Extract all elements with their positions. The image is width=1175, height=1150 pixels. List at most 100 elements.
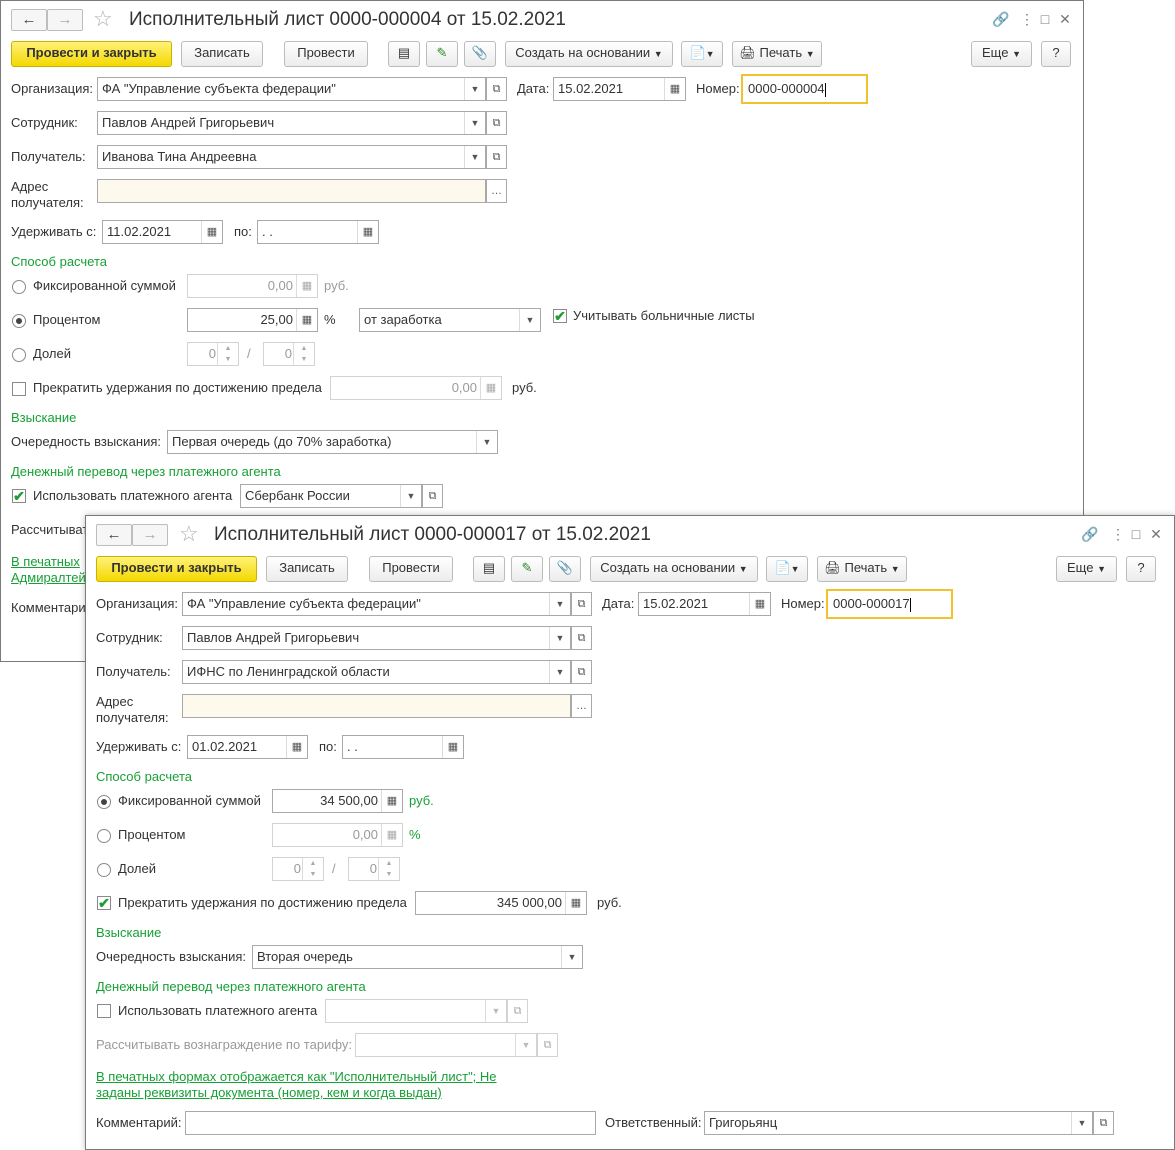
back-button[interactable]: ←	[11, 9, 47, 31]
use-agent-checkbox[interactable]: ✔	[12, 489, 26, 503]
agent-field[interactable]: ▼	[325, 999, 507, 1023]
post-button[interactable]: Провести	[284, 41, 368, 67]
spin-icon[interactable]: ▲ ▼	[302, 858, 323, 880]
address-field[interactable]	[97, 179, 486, 203]
attach-icon[interactable]: 📎	[549, 556, 581, 582]
dropdown-arrow-icon[interactable]: ▼	[519, 309, 540, 331]
employee-field[interactable]: Павлов Андрей Григорьевич ▼	[97, 111, 486, 135]
forward-button[interactable]: →	[132, 524, 168, 546]
dropdown-arrow-icon[interactable]: ▼	[549, 661, 570, 683]
create-based-on-button[interactable]: Создать на основании ▼	[590, 556, 758, 582]
more-button[interactable]: Еще ▼	[971, 41, 1032, 67]
open-icon[interactable]: ⧉	[1093, 1111, 1114, 1135]
post-and-close-button[interactable]: Провести и закрыть	[96, 556, 257, 582]
dropdown-arrow-icon[interactable]: ▼	[515, 1034, 536, 1056]
dropdown-arrow-icon[interactable]: ▼	[400, 485, 421, 507]
organization-field[interactable]: ФА "Управление субъекта федерации" ▼	[182, 592, 571, 616]
share-radio[interactable]	[97, 863, 111, 877]
organization-field[interactable]: ФА "Управление субъекта федерации" ▼	[97, 77, 486, 101]
percent-field[interactable]: 25,00 ▦	[187, 308, 318, 332]
restore-icon[interactable]: □	[1128, 526, 1144, 542]
ellipsis-icon[interactable]: …	[486, 179, 507, 203]
open-icon[interactable]: ⧉	[571, 626, 592, 650]
fixed-sum-radio[interactable]	[97, 795, 111, 809]
open-icon[interactable]: ⧉	[507, 999, 528, 1023]
calendar-icon[interactable]: ▦	[749, 593, 770, 615]
fixed-sum-field[interactable]: 34 500,00 ▦	[272, 789, 403, 813]
withhold-from-field[interactable]: 11.02.2021 ▦	[102, 220, 223, 244]
address-field[interactable]	[182, 694, 571, 718]
help-button[interactable]: ?	[1041, 41, 1071, 67]
stop-limit-checkbox[interactable]	[12, 382, 26, 396]
open-icon[interactable]: ⧉	[486, 145, 507, 169]
employee-field[interactable]: Павлов Андрей Григорьевич ▼	[182, 626, 571, 650]
recipient-field[interactable]: ИФНС по Ленинградской области ▼	[182, 660, 571, 684]
calendar-icon[interactable]: ▦	[286, 736, 307, 758]
dropdown-arrow-icon[interactable]: ▼	[476, 431, 497, 453]
back-button[interactable]: ←	[96, 524, 132, 546]
open-icon[interactable]: ⧉	[486, 111, 507, 135]
spin-icon[interactable]: ▲ ▼	[217, 343, 238, 365]
attach-icon[interactable]: 📎	[464, 41, 496, 67]
report-icon[interactable]: 📄▼	[766, 556, 808, 582]
recipient-field[interactable]: Иванова Тина Андреевна ▼	[97, 145, 486, 169]
share-numerator-field[interactable]: 0 ▲ ▼	[187, 342, 239, 366]
open-icon[interactable]: ⧉	[571, 592, 592, 616]
ellipsis-icon[interactable]: …	[571, 694, 592, 718]
percent-base-field[interactable]: от заработка ▼	[359, 308, 541, 332]
percent-field[interactable]: 0,00 ▦	[272, 823, 403, 847]
sign-icon[interactable]: ✎	[511, 556, 543, 582]
restore-icon[interactable]: □	[1037, 11, 1053, 27]
number-field[interactable]: 0000-000004	[741, 74, 868, 104]
date-field[interactable]: 15.02.2021 ▦	[638, 592, 771, 616]
print-form-link[interactable]: В печатных формах отображается как "Испо…	[96, 1069, 506, 1101]
share-denominator-field[interactable]: 0 ▲ ▼	[348, 857, 400, 881]
close-icon[interactable]: ✕	[1148, 526, 1164, 542]
dropdown-arrow-icon[interactable]: ▼	[549, 627, 570, 649]
share-radio[interactable]	[12, 348, 26, 362]
calendar-icon[interactable]: ▦	[357, 221, 378, 243]
stop-limit-field[interactable]: 345 000,00 ▦	[415, 891, 587, 915]
journal-icon[interactable]: ▤	[473, 556, 505, 582]
calendar-icon[interactable]: ▦	[664, 78, 685, 100]
date-field[interactable]: 15.02.2021 ▦	[553, 77, 686, 101]
priority-field[interactable]: Вторая очередь ▼	[252, 945, 583, 969]
calendar-icon[interactable]: ▦	[442, 736, 463, 758]
dropdown-arrow-icon[interactable]: ▼	[485, 1000, 506, 1022]
sick-leave-checkbox[interactable]: ✔	[553, 309, 567, 323]
share-numerator-field[interactable]: 0 ▲ ▼	[272, 857, 324, 881]
report-icon[interactable]: 📄▼	[681, 41, 723, 67]
post-and-close-button[interactable]: Провести и закрыть	[11, 41, 172, 67]
link-icon[interactable]: 🔗	[991, 11, 1011, 27]
calculator-icon[interactable]: ▦	[381, 824, 402, 846]
share-denominator-field[interactable]: 0 ▲ ▼	[263, 342, 315, 366]
post-button[interactable]: Провести	[369, 556, 453, 582]
percent-radio[interactable]	[12, 314, 26, 328]
calculator-icon[interactable]: ▦	[381, 790, 402, 812]
withhold-from-field[interactable]: 01.02.2021 ▦	[187, 735, 308, 759]
favorite-star-icon[interactable]: ☆	[93, 8, 113, 30]
fee-field[interactable]: ▼	[355, 1033, 537, 1057]
spin-icon[interactable]: ▲ ▼	[293, 343, 314, 365]
withhold-to-field[interactable]: . . ▦	[257, 220, 379, 244]
calculator-icon[interactable]: ▦	[296, 275, 317, 297]
agent-field[interactable]: Сбербанк России ▼	[240, 484, 422, 508]
number-field[interactable]: 0000-000017	[826, 589, 953, 619]
forward-button[interactable]: →	[47, 9, 83, 31]
withhold-to-field[interactable]: . . ▦	[342, 735, 464, 759]
more-button[interactable]: Еще ▼	[1056, 556, 1117, 582]
journal-icon[interactable]: ▤	[388, 41, 420, 67]
save-button[interactable]: Записать	[266, 556, 348, 582]
link-icon[interactable]: 🔗	[1080, 526, 1100, 542]
dropdown-arrow-icon[interactable]: ▼	[464, 146, 485, 168]
create-based-on-button[interactable]: Создать на основании ▼	[505, 41, 673, 67]
print-form-link-2[interactable]: Адмиралтей	[11, 570, 86, 586]
fixed-sum-field[interactable]: 0,00 ▦	[187, 274, 318, 298]
open-icon[interactable]: ⧉	[486, 77, 507, 101]
print-form-link[interactable]: В печатных	[11, 554, 80, 570]
favorite-star-icon[interactable]: ☆	[179, 523, 199, 545]
sign-icon[interactable]: ✎	[426, 41, 458, 67]
dropdown-arrow-icon[interactable]: ▼	[561, 946, 582, 968]
dropdown-arrow-icon[interactable]: ▼	[549, 593, 570, 615]
dropdown-arrow-icon[interactable]: ▼	[464, 78, 485, 100]
